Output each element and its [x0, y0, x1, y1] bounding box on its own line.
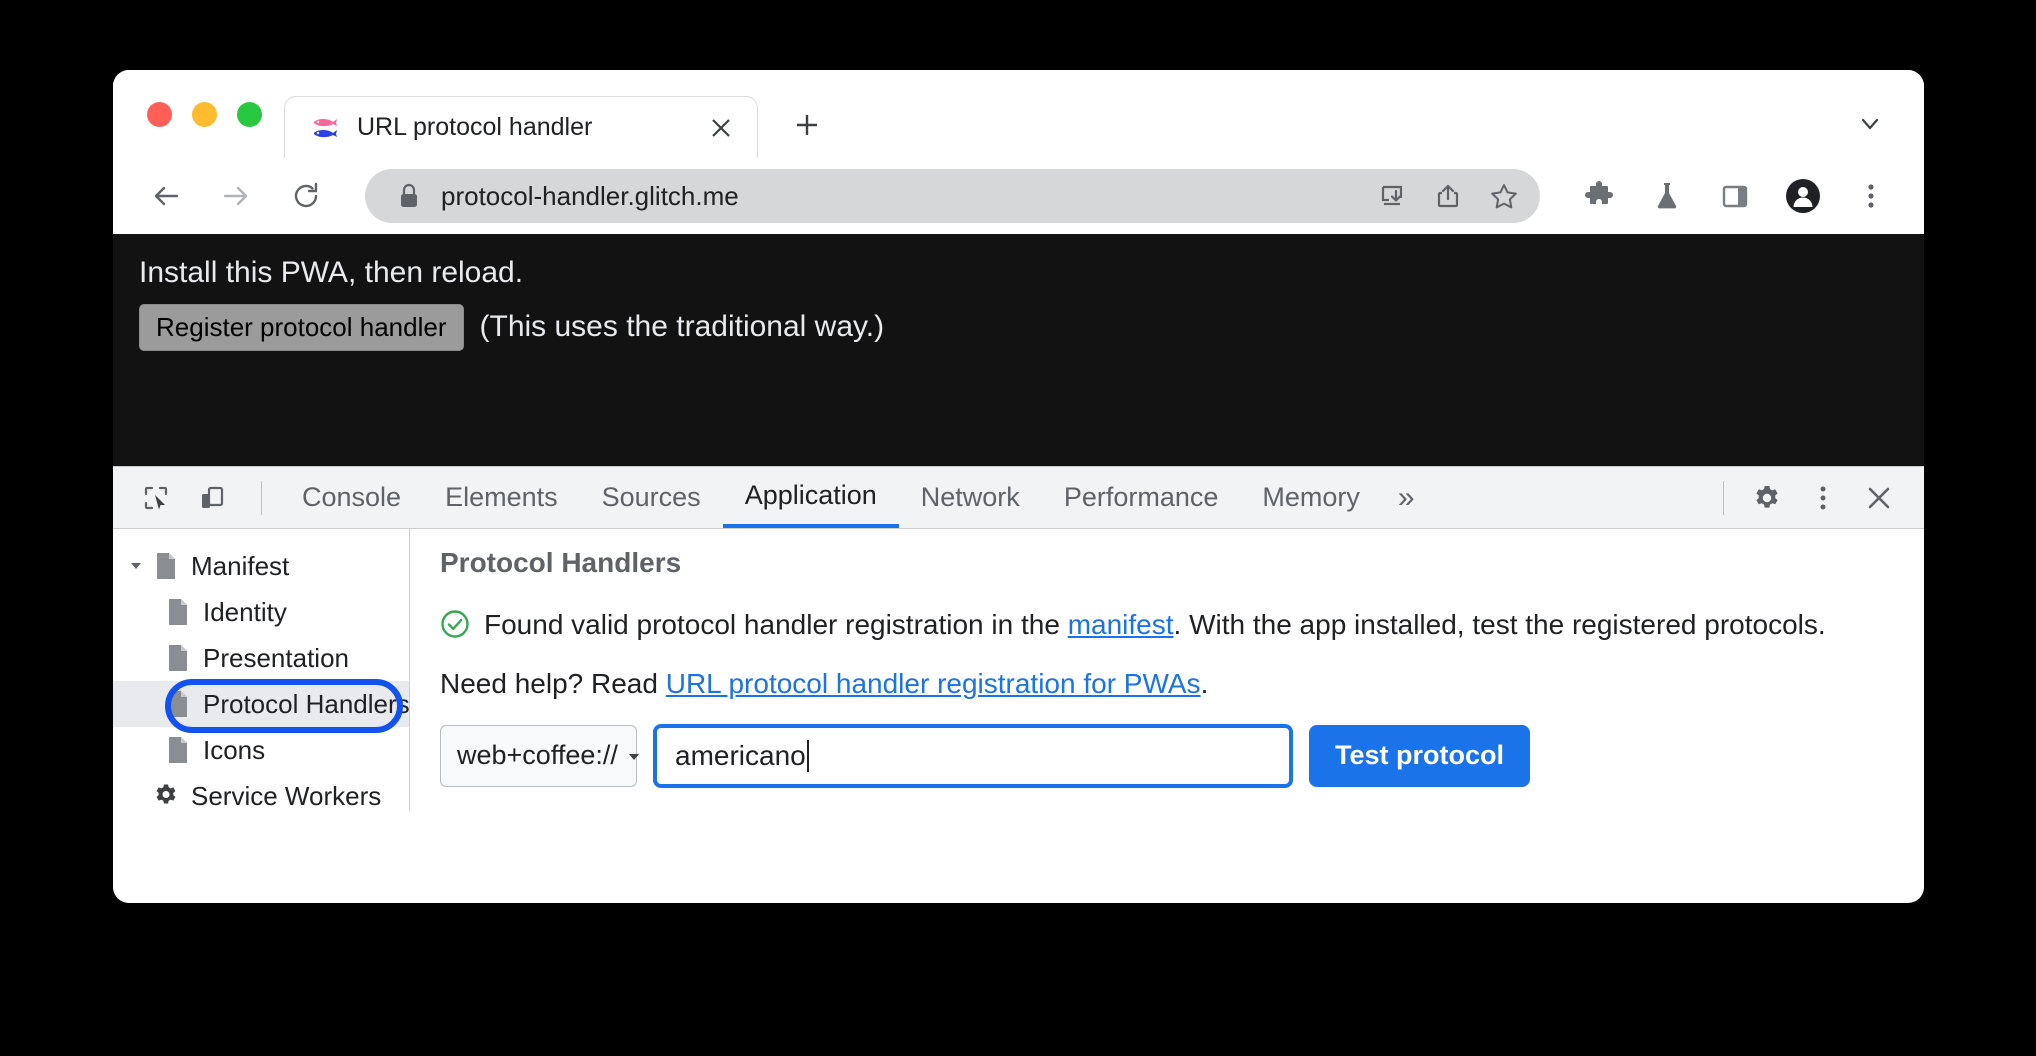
page-viewport: Install this PWA, then reload. Register … — [113, 234, 1924, 466]
sidebar-item-label: Manifest — [191, 550, 290, 581]
traditional-way-note: (This uses the traditional way.) — [479, 310, 885, 344]
bookmark-star-icon[interactable] — [1478, 170, 1530, 222]
devtools-panel: Console Elements Sources Application Net… — [113, 466, 1924, 811]
protocol-url-value: americano — [675, 739, 806, 771]
extensions-puzzle-icon[interactable] — [1572, 169, 1626, 223]
tab-sources[interactable]: Sources — [580, 467, 723, 528]
browser-toolbar: protocol-handler.glitch.me — [113, 158, 1924, 234]
status-prefix: Found valid protocol handler registratio… — [484, 609, 1068, 640]
experiments-flask-icon[interactable] — [1640, 169, 1694, 223]
screenshot-root: URL protocol handler protocol-handler.gl… — [0, 0, 2036, 1056]
manifest-file-icon — [163, 733, 193, 767]
browser-tab[interactable]: URL protocol handler — [284, 96, 758, 158]
profile-avatar-icon[interactable] — [1776, 169, 1830, 223]
manifest-file-icon — [163, 687, 193, 721]
more-tabs-icon[interactable]: » — [1382, 474, 1431, 522]
manifest-link[interactable]: manifest — [1068, 609, 1174, 640]
page-headline: Install this PWA, then reload. — [139, 256, 524, 289]
manifest-file-icon — [163, 641, 193, 675]
help-message: Need help? Read URL protocol handler reg… — [440, 668, 1894, 700]
close-window-button[interactable] — [147, 101, 172, 127]
share-icon[interactable] — [1422, 170, 1474, 222]
gear-icon — [151, 779, 181, 813]
chevron-down-icon[interactable] — [1842, 96, 1898, 152]
address-bar[interactable]: protocol-handler.glitch.me — [365, 169, 1540, 223]
caret-down-icon — [626, 740, 642, 771]
protocol-handlers-panel: Protocol Handlers Found valid protocol h… — [410, 529, 1924, 811]
documentation-link[interactable]: URL protocol handler registration for PW… — [666, 668, 1201, 699]
tab-strip: URL protocol handler — [113, 70, 1924, 158]
sidebar-item-manifest[interactable]: Manifest — [113, 543, 409, 589]
browser-menu-icon[interactable] — [1844, 169, 1898, 223]
status-text: Found valid protocol handler registratio… — [484, 605, 1826, 646]
arrow-left-icon[interactable] — [137, 167, 195, 225]
maximize-window-button[interactable] — [237, 101, 262, 127]
device-toolbar-icon[interactable] — [187, 474, 237, 522]
sidebar-item-presentation[interactable]: Presentation — [113, 635, 409, 681]
tab-performance[interactable]: Performance — [1042, 467, 1241, 528]
tab-network[interactable]: Network — [899, 467, 1042, 528]
url-text: protocol-handler.glitch.me — [441, 180, 739, 211]
window-controls — [113, 70, 284, 158]
close-devtools-icon[interactable] — [1854, 474, 1904, 522]
tab-application[interactable]: Application — [722, 467, 899, 528]
devtools-menu-icon[interactable] — [1798, 474, 1848, 522]
protocol-url-input[interactable]: americano — [653, 723, 1293, 788]
sidebar-item-label: Presentation — [203, 642, 349, 673]
page-title: Protocol Handlers — [440, 547, 682, 578]
gear-icon[interactable] — [1742, 474, 1792, 522]
close-icon[interactable] — [705, 112, 737, 144]
toolbar-divider — [261, 480, 262, 515]
help-suffix: . — [1200, 667, 1209, 699]
help-prefix: Need help? Read — [440, 667, 666, 699]
protocol-scheme-value: web+coffee:// — [457, 740, 618, 771]
new-tab-button[interactable] — [780, 98, 834, 152]
test-protocol-button[interactable]: Test protocol — [1309, 724, 1531, 787]
install-app-icon[interactable] — [1366, 170, 1418, 222]
sidebar-item-service-workers[interactable]: Service Workers — [113, 773, 409, 819]
check-circle-icon — [440, 609, 470, 644]
status-suffix: . With the app installed, test the regis… — [1173, 609, 1826, 640]
sidebar-item-label: Icons — [203, 734, 266, 765]
sidebar-item-label: Service Workers — [191, 780, 382, 811]
reload-icon[interactable] — [277, 167, 335, 225]
application-sidebar: Manifest Identity Presentation Protocol … — [113, 529, 410, 811]
sidebar-item-icons[interactable]: Icons — [113, 727, 409, 773]
status-message: Found valid protocol handler registratio… — [440, 605, 1894, 646]
protocol-scheme-select[interactable]: web+coffee:// — [440, 724, 639, 787]
chevron-down-icon[interactable] — [123, 558, 149, 574]
devtools-body: Manifest Identity Presentation Protocol … — [113, 529, 1924, 811]
sidebar-item-label: Protocol Handlers — [203, 688, 410, 719]
tab-elements[interactable]: Elements — [423, 467, 580, 528]
protocol-test-form: web+coffee:// americano Test protocol — [440, 723, 1894, 788]
arrow-right-icon[interactable] — [207, 167, 265, 225]
browser-window: URL protocol handler protocol-handler.gl… — [113, 70, 1924, 903]
lock-icon — [397, 182, 421, 210]
page-action-row: Register protocol handler (This uses the… — [139, 304, 1924, 351]
devtools-actions-divider — [1723, 480, 1724, 515]
sidebar-item-identity[interactable]: Identity — [113, 589, 409, 635]
tab-console[interactable]: Console — [280, 467, 423, 528]
manifest-file-icon — [163, 595, 193, 629]
inspect-element-icon[interactable] — [131, 474, 181, 522]
tab-title: URL protocol handler — [357, 113, 593, 141]
text-cursor — [806, 739, 809, 772]
glitch-fish-favicon — [311, 115, 339, 141]
register-protocol-handler-button[interactable]: Register protocol handler — [139, 304, 464, 351]
sidebar-item-protocol-handlers[interactable]: Protocol Handlers — [113, 681, 410, 727]
manifest-file-icon — [151, 549, 181, 583]
minimize-window-button[interactable] — [192, 101, 217, 127]
side-panel-icon[interactable] — [1708, 169, 1762, 223]
tab-memory[interactable]: Memory — [1240, 467, 1382, 528]
devtools-tab-bar: Console Elements Sources Application Net… — [113, 467, 1924, 529]
sidebar-item-label: Identity — [203, 596, 287, 627]
